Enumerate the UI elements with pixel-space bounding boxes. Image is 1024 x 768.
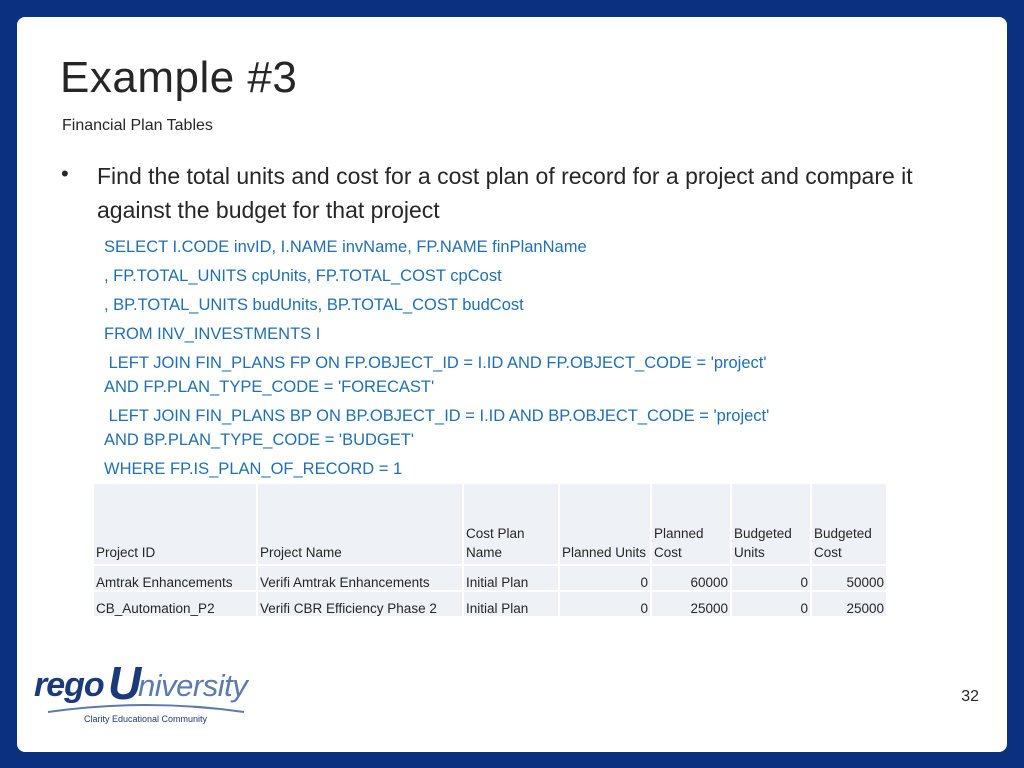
cell-project-id: Amtrak Enhancements (94, 566, 256, 590)
sql-line: WHERE FP.IS_PLAN_OF_RECORD = 1 (104, 460, 403, 478)
sql-line: LEFT JOIN FIN_PLANS BP ON BP.OBJECT_ID =… (104, 407, 770, 425)
sql-line: AND BP.PLAN_TYPE_CODE = 'BUDGET' (104, 431, 414, 449)
sql-line: , FP.TOTAL_UNITS cpUnits, FP.TOTAL_COST … (104, 267, 502, 285)
cell-budgeted-units: 0 (732, 566, 810, 590)
column-header-budgeted-cost: Budgeted Cost (812, 484, 886, 564)
table-row: CB_Automation_P2 Verifi CBR Efficiency P… (94, 592, 886, 616)
slide: Example #3 Financial Plan Tables • Find … (17, 17, 1007, 752)
table-row: Amtrak Enhancements Verifi Amtrak Enhanc… (94, 566, 886, 590)
slide-subtitle: Financial Plan Tables (62, 117, 213, 134)
column-header-budgeted-units: Budgeted Units (732, 484, 810, 564)
cell-planned-units: 0 (560, 566, 650, 590)
logo-tagline: Clarity Educational Community (84, 714, 208, 724)
cell-project-name: Verifi Amtrak Enhancements (258, 566, 462, 590)
table-header-row: Project ID Project Name Cost Plan Name Pl… (94, 484, 886, 564)
logo-text-rego: rego (34, 666, 105, 704)
bullet-marker: • (61, 161, 69, 186)
results-table: Project ID Project Name Cost Plan Name Pl… (92, 482, 888, 618)
sql-query-block: SELECT I.CODE invID, I.NAME invName, FP.… (104, 235, 864, 486)
sql-line: LEFT JOIN FIN_PLANS FP ON FP.OBJECT_ID =… (104, 354, 767, 372)
sql-line: , BP.TOTAL_UNITS budUnits, BP.TOTAL_COST… (104, 296, 524, 314)
rego-university-logo: rego U niversity Clarity Educational Com… (34, 657, 274, 728)
cell-budgeted-units: 0 (732, 592, 810, 616)
cell-cost-plan-name: Initial Plan (464, 566, 558, 590)
bullet-text: Find the total units and cost for a cost… (97, 163, 913, 223)
logo-text-niversity: niversity (138, 668, 248, 703)
column-header-planned-cost: Planned Cost (652, 484, 730, 564)
slide-title: Example #3 (60, 53, 298, 102)
sql-line: AND FP.PLAN_TYPE_CODE = 'FORECAST' (104, 378, 435, 396)
sql-line: FROM INV_INVESTMENTS I (104, 325, 321, 343)
cell-planned-units: 0 (560, 592, 650, 616)
cell-cost-plan-name: Initial Plan (464, 592, 558, 616)
cell-planned-cost: 25000 (652, 592, 730, 616)
column-header-project-id: Project ID (94, 484, 256, 564)
cell-budgeted-cost: 50000 (812, 566, 886, 590)
column-header-cost-plan-name: Cost Plan Name (464, 484, 558, 564)
column-header-project-name: Project Name (258, 484, 462, 564)
cell-planned-cost: 60000 (652, 566, 730, 590)
column-header-planned-units: Planned Units (560, 484, 650, 564)
cell-budgeted-cost: 25000 (812, 592, 886, 616)
cell-project-name: Verifi CBR Efficiency Phase 2 (258, 592, 462, 616)
page-number: 32 (961, 688, 979, 705)
cell-project-id: CB_Automation_P2 (94, 592, 256, 616)
sql-line: SELECT I.CODE invID, I.NAME invName, FP.… (104, 238, 587, 256)
